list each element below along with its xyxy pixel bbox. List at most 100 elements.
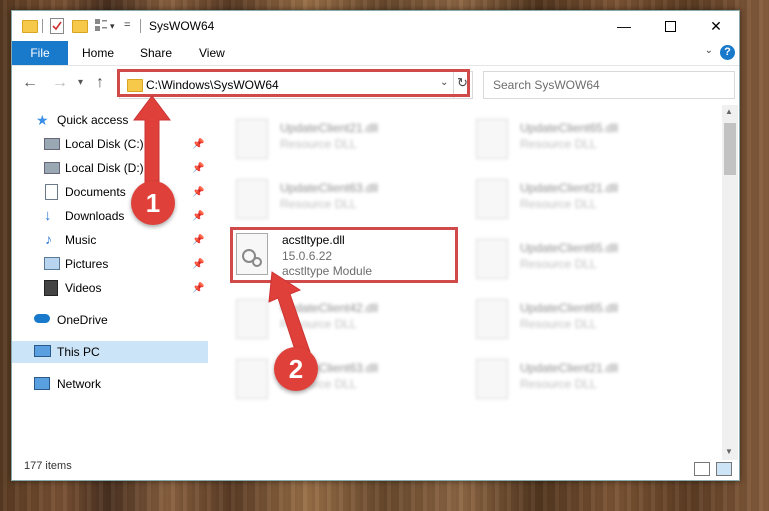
network-icon [34, 377, 50, 390]
ribbon: File Home Share View ⌄ ? [12, 41, 739, 66]
sidebar-item-downloads[interactable]: ↓ Downloads 📌 [12, 205, 208, 227]
navigation-bar: ← → ▾ ↑ C:\Windows\SysWOW64 ⌄ ↻ Search S… [12, 66, 739, 102]
divider [453, 72, 454, 98]
file-description: Resource DLL [520, 197, 597, 211]
sidebar-item-this-pc[interactable]: This PC [12, 341, 208, 363]
callout-1: 1 [131, 181, 175, 225]
dll-file-icon [476, 239, 508, 279]
file-description: Resource DLL [520, 257, 597, 271]
file-name: UpdateClient63.dll [280, 181, 379, 195]
sidebar-item-label: OneDrive [57, 313, 108, 327]
sidebar-item-onedrive[interactable]: OneDrive [12, 309, 208, 331]
sidebar-item-label: Network [57, 377, 102, 391]
drive-icon [44, 162, 60, 174]
list-item[interactable]: UpdateClient65.dll Resource DLL [476, 115, 706, 165]
address-bar[interactable]: C:\Windows\SysWOW64 ⌄ ↻ [119, 71, 473, 99]
file-name: UpdateClient21.dll [280, 121, 379, 135]
dll-file-icon [236, 119, 268, 159]
file-name: UpdateClient65.dll [520, 121, 619, 135]
dll-file-icon [476, 179, 508, 219]
list-item[interactable]: UpdateClient21.dll Resource DLL [476, 355, 706, 405]
file-description: Resource DLL [520, 377, 597, 391]
recent-locations-icon[interactable]: ▾ [78, 77, 83, 88]
forward-button[interactable]: → [52, 74, 68, 92]
large-icons-view-button[interactable] [716, 462, 732, 476]
sidebar-item-documents[interactable]: Documents 📌 [12, 181, 208, 203]
navigation-pane: ★ Quick access Local Disk (C:) 📌 Local D… [12, 105, 208, 460]
status-bar: 177 items [12, 460, 739, 480]
customize-toolbar-icon[interactable]: = [124, 19, 130, 31]
list-item[interactable]: UpdateClient65.dll Resource DLL [476, 235, 706, 285]
folder-icon [22, 20, 38, 33]
search-input[interactable]: Search SysWOW64 [483, 71, 735, 99]
help-button[interactable]: ? [720, 45, 735, 60]
pictures-icon [44, 257, 60, 270]
vertical-scrollbar[interactable]: ▲ ▼ [722, 105, 738, 460]
sidebar-item-label: This PC [57, 345, 100, 359]
dll-file-icon [476, 119, 508, 159]
downloads-icon: ↓ [44, 207, 52, 224]
sidebar-item-local-disk-d[interactable]: Local Disk (D:) 📌 [12, 157, 208, 179]
title-bar: ▾ = SysWOW64 — ✕ [12, 11, 739, 41]
file-name: UpdateClient21.dll [520, 361, 619, 375]
item-count: 177 items [24, 460, 72, 472]
tab-share[interactable]: Share [140, 46, 172, 60]
tab-view[interactable]: View [199, 46, 225, 60]
drive-icon [44, 138, 60, 150]
divider [140, 19, 141, 33]
sidebar-item-pictures[interactable]: Pictures 📌 [12, 253, 208, 275]
scroll-down-icon[interactable]: ▼ [725, 447, 733, 456]
back-button[interactable]: ← [22, 74, 38, 92]
refresh-icon[interactable]: ↻ [457, 75, 468, 91]
file-description: Resource DLL [520, 317, 597, 331]
dll-file-icon [476, 359, 508, 399]
file-name: UpdateClient65.dll [520, 241, 619, 255]
pin-icon: 📌 [192, 258, 205, 270]
pin-icon: 📌 [192, 210, 205, 222]
explorer-window: ▾ = SysWOW64 — ✕ File Home Share View ⌄ … [11, 10, 740, 481]
file-name: UpdateClient65.dll [520, 301, 619, 315]
tab-file[interactable]: File [12, 41, 68, 65]
window-title: SysWOW64 [149, 19, 215, 33]
sidebar-item-quick-access[interactable]: ★ Quick access [12, 109, 208, 131]
new-folder-icon[interactable] [72, 20, 88, 33]
sidebar-item-videos[interactable]: Videos 📌 [12, 277, 208, 299]
file-description: Resource DLL [280, 197, 357, 211]
pin-icon: 📌 [192, 138, 205, 150]
sidebar-item-network[interactable]: Network [12, 373, 208, 395]
sidebar-item-label: Quick access [57, 113, 129, 127]
list-item[interactable]: UpdateClient21.dll Resource DLL [476, 175, 706, 225]
videos-icon [44, 280, 58, 296]
address-dropdown-icon[interactable]: ⌄ [440, 77, 448, 88]
expand-ribbon-icon[interactable]: ⌄ [705, 45, 713, 56]
sidebar-item-local-disk-c[interactable]: Local Disk (C:) 📌 [12, 133, 208, 155]
close-button[interactable]: ✕ [693, 11, 739, 41]
tab-home[interactable]: Home [82, 46, 114, 60]
scroll-up-icon[interactable]: ▲ [725, 107, 733, 116]
maximize-button[interactable] [647, 11, 693, 41]
star-icon: ★ [36, 112, 49, 128]
dropdown-arrow-icon[interactable]: ▾ [110, 21, 115, 32]
sidebar-item-label: Videos [65, 281, 102, 295]
sidebar-item-music[interactable]: ♪ Music 📌 [12, 229, 208, 251]
list-item[interactable]: UpdateClient63.dll Resource DLL [236, 175, 466, 225]
list-item[interactable]: UpdateClient21.dll Resource DLL [236, 115, 466, 165]
pin-icon: 📌 [192, 162, 205, 174]
view-options-icon[interactable] [94, 18, 108, 32]
file-description: Resource DLL [520, 137, 597, 151]
folder-icon [127, 79, 143, 92]
minimize-button[interactable]: — [601, 11, 647, 41]
scrollbar-thumb[interactable] [724, 123, 736, 175]
up-button[interactable]: ↑ [96, 74, 104, 92]
sidebar-item-label: Documents [65, 185, 126, 199]
properties-icon[interactable] [50, 18, 64, 34]
list-item[interactable]: UpdateClient65.dll Resource DLL [476, 295, 706, 345]
pin-icon: 📌 [192, 186, 205, 198]
sidebar-item-label: Downloads [65, 209, 125, 223]
search-placeholder: Search SysWOW64 [493, 78, 600, 92]
callout-2: 2 [274, 347, 318, 391]
details-view-button[interactable] [694, 462, 710, 476]
sidebar-item-label: Music [65, 233, 97, 247]
cloud-icon [34, 314, 50, 323]
pin-icon: 📌 [192, 282, 205, 294]
